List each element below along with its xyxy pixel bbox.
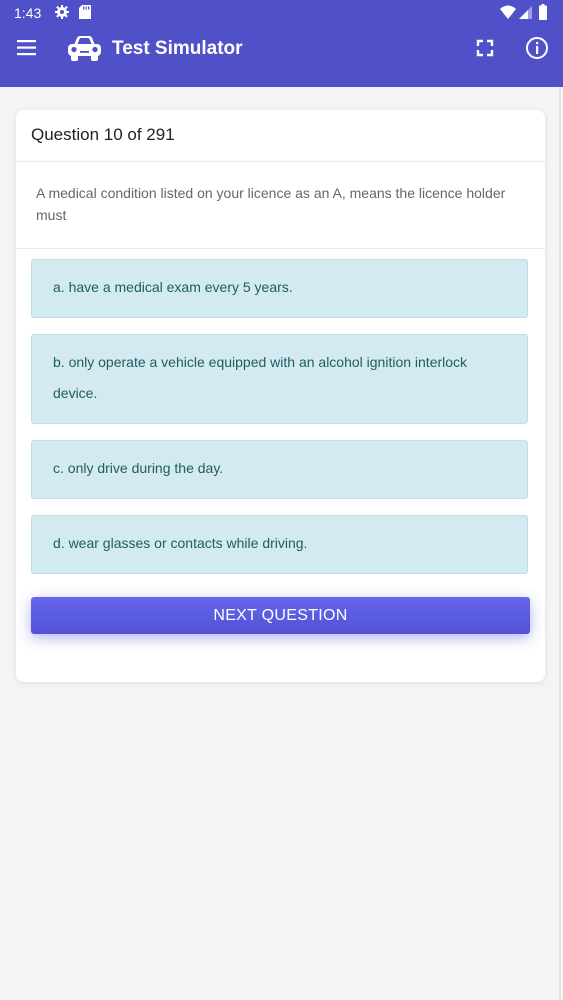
answer-option-d[interactable]: d. wear glasses or contacts while drivin… <box>31 515 528 574</box>
question-card-header: Question 10 of 291 <box>16 110 545 162</box>
battery-icon <box>539 4 547 20</box>
answer-option-a[interactable]: a. have a medical exam every 5 years. <box>31 259 528 318</box>
question-text: A medical condition listed on your licen… <box>36 185 506 223</box>
status-bar: 1:43 <box>0 0 563 26</box>
sd-card-icon <box>79 5 91 19</box>
fullscreen-icon[interactable] <box>473 36 497 60</box>
answer-option-b[interactable]: b. only operate a vehicle equipped with … <box>31 334 528 424</box>
info-icon[interactable] <box>524 35 550 61</box>
question-divider <box>16 248 545 249</box>
gear-icon <box>55 5 69 19</box>
next-question-button[interactable]: NEXT QUESTION <box>31 597 530 634</box>
menu-icon[interactable] <box>14 37 40 59</box>
app-title: Test Simulator <box>112 38 243 59</box>
scroll-edge <box>559 87 561 1000</box>
answer-option-c[interactable]: c. only drive during the day. <box>31 440 528 499</box>
question-counter: Question 10 of 291 <box>31 125 175 144</box>
status-time: 1:43 <box>14 5 42 21</box>
app-bar: 1:43 Test Simulator <box>0 0 563 87</box>
car-icon <box>68 36 101 61</box>
wifi-icon <box>500 5 516 19</box>
question-card: Question 10 of 291 A medical condition l… <box>16 110 545 682</box>
signal-icon <box>519 6 532 19</box>
